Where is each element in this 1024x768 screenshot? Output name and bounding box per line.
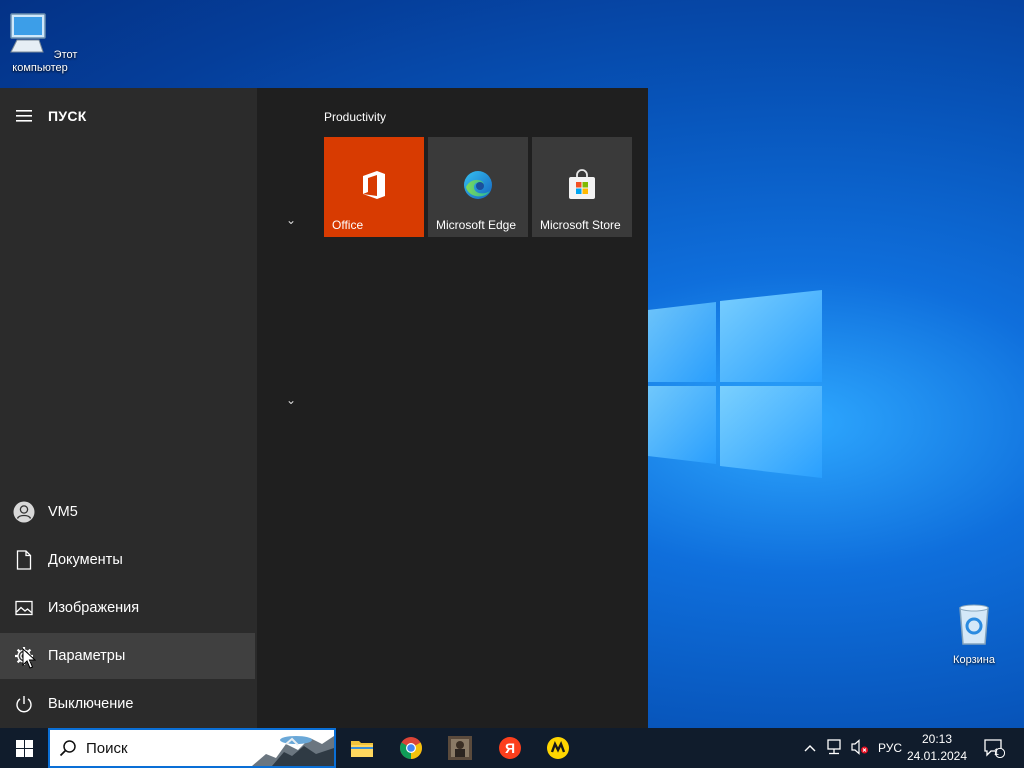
- power-icon: [0, 695, 48, 713]
- search-box[interactable]: Поиск: [48, 728, 336, 768]
- sidebar-item-settings[interactable]: Параметры: [0, 633, 255, 679]
- app-thumbnail-icon: [448, 736, 472, 760]
- system-tray: РУС: [800, 728, 902, 768]
- document-icon: [0, 550, 48, 570]
- file-explorer-icon: [351, 741, 373, 757]
- chevron-down-icon[interactable]: ⌄: [286, 213, 296, 227]
- yandex-browser-icon: Я: [499, 737, 521, 759]
- action-center-button[interactable]: 1: [980, 728, 1008, 768]
- pictures-icon: [0, 600, 48, 616]
- windows-logo-icon: [15, 739, 33, 757]
- sidebar-item-power[interactable]: Выключение: [0, 681, 255, 727]
- tile-microsoft-store[interactable]: Microsoft Store: [532, 137, 632, 237]
- sidebar-item-label: Документы: [48, 552, 123, 568]
- tile-office[interactable]: Office: [324, 137, 424, 237]
- yandex-market-icon: [547, 737, 569, 759]
- taskbar-app-thumbnail[interactable]: [436, 728, 484, 768]
- taskbar-app-yandex-browser[interactable]: Я: [486, 728, 534, 768]
- taskbar-app-yandex-market[interactable]: [534, 728, 582, 768]
- start-button[interactable]: [0, 728, 48, 768]
- recycle-bin-icon: [959, 604, 989, 645]
- svg-text:Я: Я: [505, 740, 515, 756]
- chevron-up-icon[interactable]: [800, 741, 820, 755]
- desktop-icon-this-pc[interactable]: Этот компьютер: [0, 8, 80, 75]
- taskbar: Поиск Я РУС 20:13 24.01.2024 1: [0, 728, 1024, 768]
- desktop-icon-recycle-bin[interactable]: Корзина: [934, 600, 1014, 667]
- sidebar-item-label: Параметры: [48, 648, 126, 664]
- language-indicator[interactable]: РУС: [878, 741, 902, 755]
- start-menu-header[interactable]: ПУСК: [0, 96, 257, 136]
- chevron-down-icon[interactable]: ⌄: [286, 393, 296, 407]
- chrome-icon: [400, 737, 422, 759]
- sidebar-item-pictures[interactable]: Изображения: [0, 585, 255, 631]
- sidebar-item-user[interactable]: VM5: [0, 489, 255, 535]
- notification-count: 1: [994, 747, 1000, 757]
- windows-wallpaper-logo: [648, 290, 822, 478]
- search-icon: [50, 739, 86, 757]
- taskbar-app-chrome[interactable]: [387, 728, 435, 768]
- clock-time: 20:13: [921, 732, 953, 746]
- tile-label: Office: [332, 218, 364, 232]
- tile-label: Microsoft Store: [540, 218, 621, 232]
- tile-label: Microsoft Edge: [436, 218, 517, 232]
- sidebar-item-label: VM5: [48, 504, 78, 520]
- taskbar-app-file-explorer[interactable]: [338, 728, 386, 768]
- sidebar-item-documents[interactable]: Документы: [0, 537, 255, 583]
- search-highlight-illustration: [252, 730, 334, 766]
- volume-muted-icon[interactable]: [848, 738, 872, 758]
- clock[interactable]: 20:13 24.01.2024: [904, 731, 970, 765]
- network-icon[interactable]: [822, 738, 848, 758]
- start-menu: ПУСК VM5 Документы Изображения Параметры: [0, 88, 648, 728]
- desktop-icon-label: Корзина: [953, 654, 995, 666]
- mouse-cursor-icon: [22, 648, 36, 669]
- tile-group-title[interactable]: Productivity: [324, 110, 386, 124]
- edge-icon: [464, 171, 492, 199]
- store-icon: [569, 169, 595, 199]
- sidebar-item-label: Выключение: [48, 696, 134, 712]
- clock-date: 24.01.2024: [906, 749, 968, 763]
- office-icon: [363, 171, 385, 199]
- sidebar-item-label: Изображения: [48, 600, 140, 616]
- start-menu-title: ПУСК: [48, 108, 87, 124]
- tile-microsoft-edge[interactable]: Microsoft Edge: [428, 137, 528, 237]
- hamburger-icon[interactable]: [0, 110, 48, 122]
- start-menu-sidebar: ПУСК VM5 Документы Изображения Параметры: [0, 88, 257, 728]
- user-avatar-icon: [0, 501, 48, 523]
- this-pc-icon: [9, 13, 46, 53]
- search-placeholder: Поиск: [86, 739, 128, 757]
